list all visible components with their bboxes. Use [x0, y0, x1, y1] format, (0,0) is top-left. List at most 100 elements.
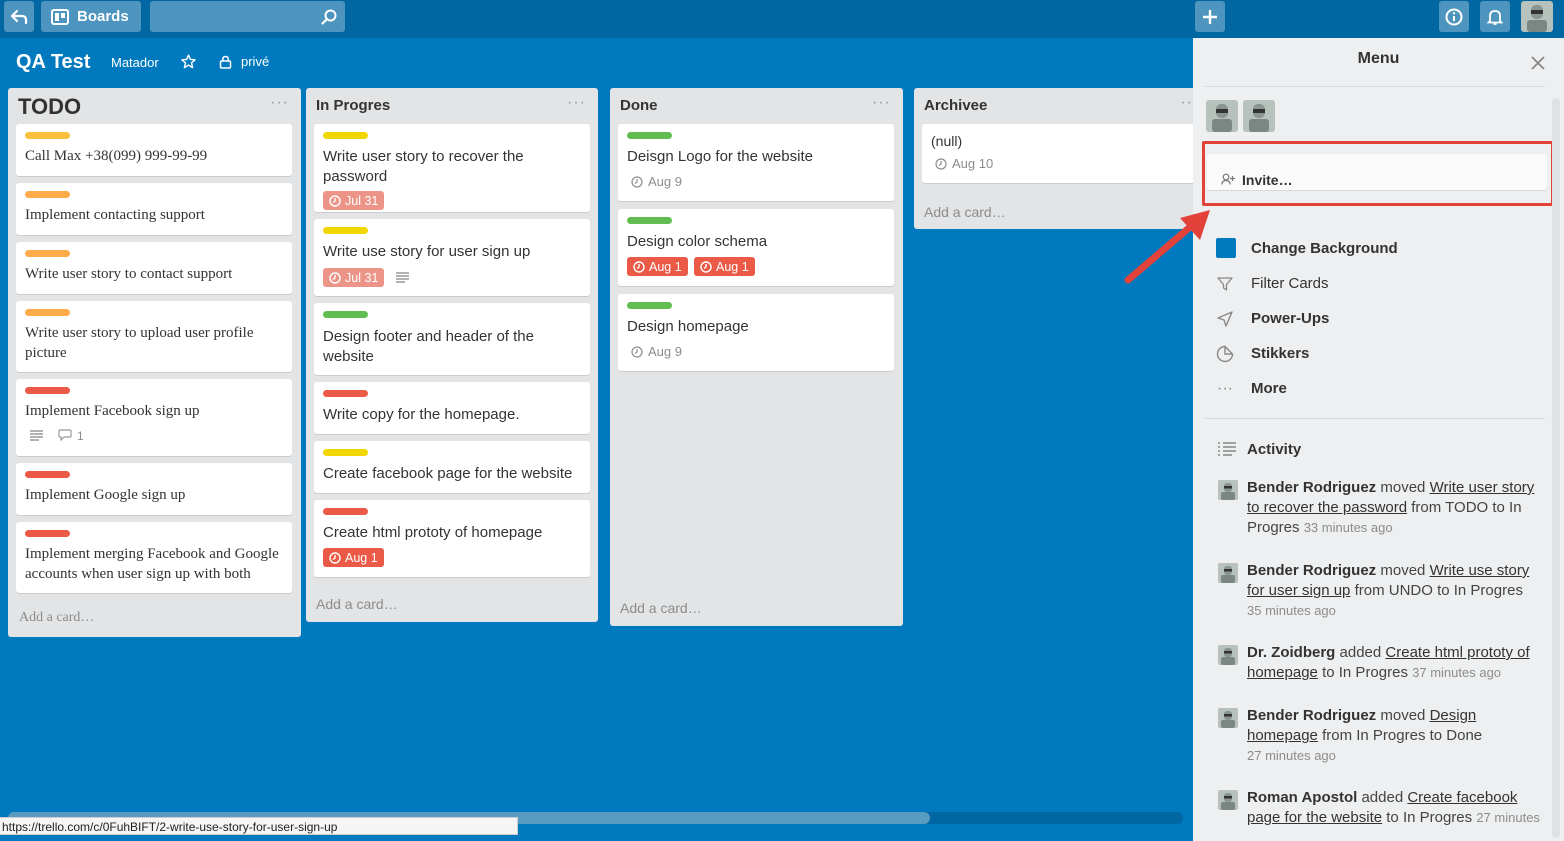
- card[interactable]: Write user story to contact support: [16, 242, 292, 294]
- due-date-badge[interactable]: Jul 31: [323, 268, 385, 287]
- add-card-button[interactable]: Add a card…: [620, 600, 702, 616]
- list-menu-button[interactable]: ··: [1180, 94, 1193, 112]
- card[interactable]: Deisgn Logo for the website Aug 9: [618, 124, 894, 201]
- activity-user[interactable]: Bender Rodriguez: [1247, 479, 1376, 496]
- clock-icon: [329, 194, 341, 207]
- star-button[interactable]: [181, 54, 196, 69]
- card-title: Implement contacting support: [25, 207, 205, 223]
- notifications-button[interactable]: [1480, 1, 1510, 32]
- activity-user[interactable]: Bender Rodriguez: [1247, 562, 1376, 579]
- divider: [1205, 418, 1545, 419]
- activity-avatar[interactable]: [1218, 790, 1238, 810]
- card[interactable]: Design color schema Aug 1 Aug 1: [618, 209, 894, 286]
- card[interactable]: Create html prototy of homepage Aug 1: [314, 500, 590, 577]
- card[interactable]: (null) Aug 10: [922, 124, 1193, 183]
- rocket-icon: [1215, 309, 1235, 329]
- add-card-button[interactable]: Add a card…: [316, 596, 398, 612]
- due-date-badge[interactable]: Aug 1: [323, 548, 384, 567]
- card-title: Implement merging Facebook and Google ac…: [25, 546, 279, 582]
- invite-highlight-box: Invite…: [1202, 141, 1554, 206]
- card[interactable]: Write user story to recover the password…: [314, 124, 590, 212]
- card[interactable]: Create facebook page for the website: [314, 441, 590, 493]
- clock-icon: [329, 551, 341, 564]
- menu-scrollbar[interactable]: [1552, 98, 1560, 838]
- activity-user[interactable]: Bender Rodriguez: [1247, 707, 1376, 724]
- background-color-swatch[interactable]: [1216, 238, 1236, 258]
- card[interactable]: Call Max +38(099) 999-99-99: [16, 124, 292, 176]
- card[interactable]: Design homepage Aug 9: [618, 294, 894, 371]
- more-item[interactable]: More: [1251, 380, 1287, 397]
- card[interactable]: Implement merging Facebook and Google ac…: [16, 522, 292, 593]
- stickers-item[interactable]: Stikkers: [1251, 345, 1309, 362]
- card-title: (null): [931, 133, 963, 149]
- board-team[interactable]: Matador: [111, 55, 159, 70]
- info-button[interactable]: [1439, 1, 1469, 32]
- card-title: Write user story to recover the password: [323, 148, 524, 185]
- card[interactable]: Write user story to upload user profile …: [16, 301, 292, 372]
- card[interactable]: Design footer and header of the website: [314, 303, 590, 375]
- list-in-progres: In Progres ··· Write user story to recov…: [306, 88, 598, 622]
- list-title[interactable]: TODO: [18, 94, 81, 120]
- visibility-button[interactable]: privé: [219, 54, 269, 69]
- activity-rest: from UNDO to In Progres: [1354, 582, 1523, 599]
- activity-user[interactable]: Roman Apostol: [1247, 789, 1357, 806]
- card[interactable]: Write copy for the homepage.: [314, 382, 590, 434]
- list-title[interactable]: Archivee: [924, 97, 987, 114]
- card[interactable]: Implement contacting support: [16, 183, 292, 235]
- search-input[interactable]: [150, 1, 345, 32]
- due-date-badge[interactable]: Jul 31: [323, 191, 385, 210]
- filter-cards-item[interactable]: Filter Cards: [1251, 275, 1329, 292]
- due-date-badge[interactable]: Aug 1: [694, 257, 755, 276]
- invite-button[interactable]: Invite…: [1207, 154, 1547, 190]
- activity-avatar[interactable]: [1218, 563, 1238, 583]
- list-title[interactable]: In Progres: [316, 97, 390, 114]
- annotation-arrow: [1124, 210, 1210, 284]
- change-background-item[interactable]: Change Background: [1251, 240, 1398, 257]
- activity-rest: to In Progres: [1386, 809, 1473, 826]
- card[interactable]: Implement Google sign up: [16, 463, 292, 515]
- activity-time[interactable]: 35 minutes ago: [1247, 603, 1336, 618]
- back-button[interactable]: [4, 1, 34, 32]
- board-title[interactable]: QA Test: [16, 51, 90, 74]
- board-menu-sidebar: Menu Invite… Change Background Filter Ca…: [1193, 38, 1564, 841]
- activity-icon: [1218, 442, 1236, 456]
- clock-icon: [631, 345, 643, 358]
- visibility-label: privé: [241, 54, 270, 69]
- add-button[interactable]: [1195, 1, 1225, 32]
- card[interactable]: Implement Facebook sign up 1: [16, 379, 292, 456]
- list-menu-button[interactable]: ···: [872, 94, 891, 112]
- member-avatar[interactable]: [1243, 100, 1275, 132]
- clock-icon: [935, 157, 947, 170]
- activity-user[interactable]: Dr. Zoidberg: [1247, 644, 1335, 661]
- activity-entry: Bender Rodriguez moved Write use story f…: [1247, 561, 1547, 621]
- activity-time[interactable]: 27 minutes ago: [1247, 748, 1336, 763]
- due-date-badge[interactable]: Aug 1: [627, 257, 688, 276]
- card[interactable]: Write use story for user sign up Jul 31: [314, 219, 590, 296]
- activity-time[interactable]: 37 minutes ago: [1412, 665, 1501, 680]
- activity-avatar[interactable]: [1218, 480, 1238, 500]
- add-card-button[interactable]: Add a card…: [19, 610, 94, 626]
- user-avatar[interactable]: [1521, 1, 1553, 32]
- description-icon: [30, 430, 43, 441]
- list-menu-button[interactable]: ···: [270, 94, 289, 112]
- power-ups-item[interactable]: Power-Ups: [1251, 310, 1329, 327]
- activity-time[interactable]: 33 minutes ago: [1304, 520, 1393, 535]
- activity-verb: added: [1339, 644, 1382, 661]
- sticker-icon: [1215, 344, 1235, 364]
- member-avatar[interactable]: [1206, 100, 1238, 132]
- due-date[interactable]: Aug 10: [935, 156, 993, 171]
- activity-avatar[interactable]: [1218, 645, 1238, 665]
- add-card-button[interactable]: Add a card…: [924, 204, 1006, 220]
- activity-avatar[interactable]: [1218, 708, 1238, 728]
- list-title[interactable]: Done: [620, 97, 658, 114]
- close-icon[interactable]: [1531, 56, 1545, 70]
- list-todo: TODO ··· Call Max +38(099) 999-99-99 Imp…: [8, 88, 301, 637]
- list-menu-button[interactable]: ···: [567, 94, 586, 112]
- boards-button[interactable]: Boards: [41, 1, 141, 32]
- card-title: Create facebook page for the website: [323, 465, 573, 482]
- due-date[interactable]: Aug 9: [631, 344, 682, 359]
- avatar-icon: [1221, 711, 1235, 728]
- activity-entry: Roman Apostol added Create facebook page…: [1247, 788, 1547, 835]
- avatar-icon: [1221, 566, 1235, 583]
- due-date[interactable]: Aug 9: [631, 174, 682, 189]
